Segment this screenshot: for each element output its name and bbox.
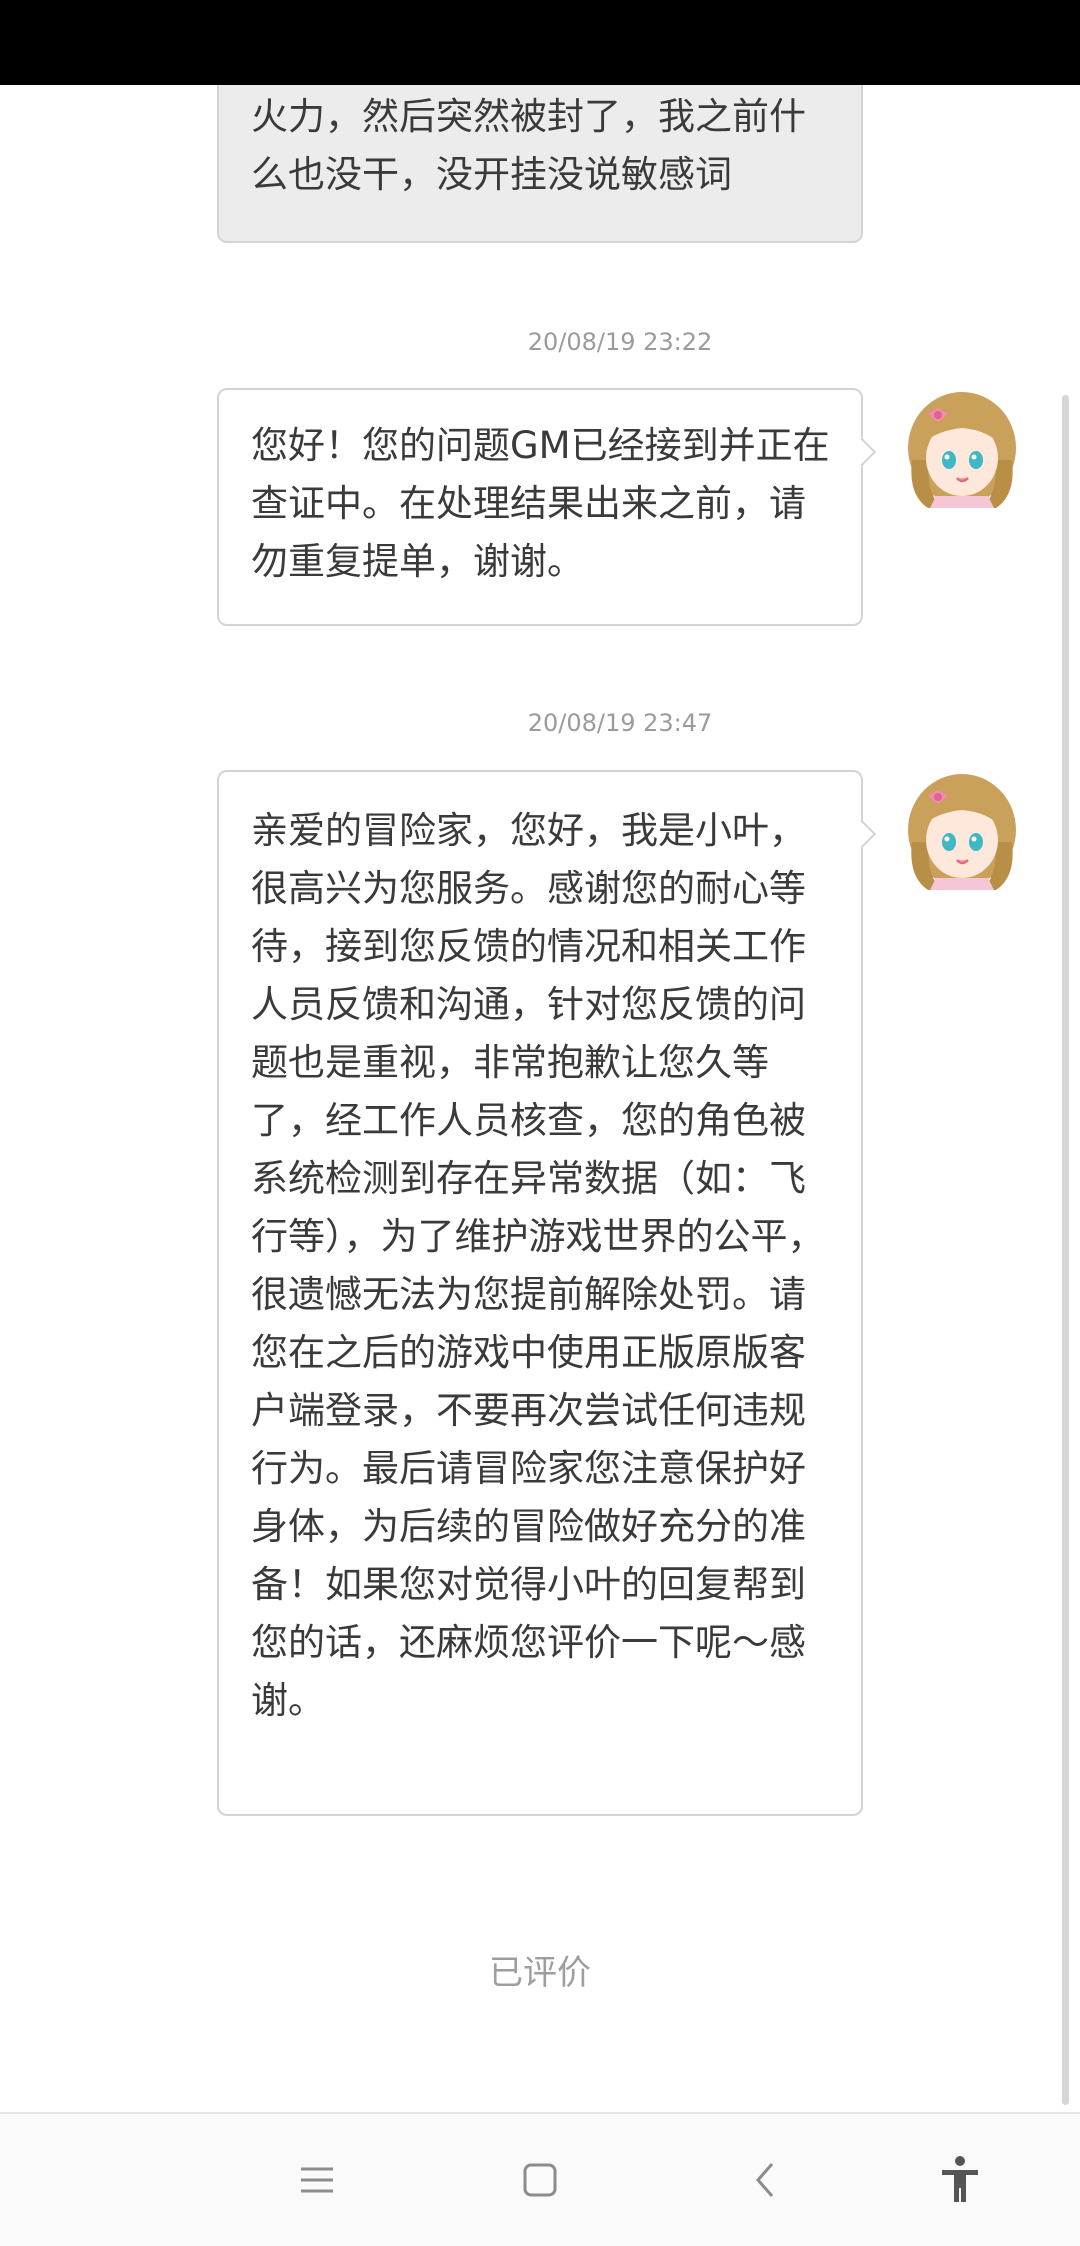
user-message-bubble: 火力，然后突然被封了，我之前什么也没干，没开挂没说敏感词 (217, 85, 863, 243)
gm-avatar-icon[interactable] (902, 772, 1022, 890)
rating-status: 已评价 (489, 1953, 591, 1993)
menu-icon[interactable] (287, 2150, 347, 2210)
gm-message-bubble: 亲爱的冒险家，您好，我是小叶，很高兴为您服务。感谢您的耐心等待，接到您反馈的情况… (217, 770, 863, 1816)
system-navigation-bar (0, 2112, 1080, 2246)
chat-thread[interactable]: 火力，然后突然被封了，我之前什么也没干，没开挂没说敏感词 20/08/19 23… (0, 85, 1080, 2110)
gm-message-text: 您好！您的问题GM已经接到并正在查证中。在处理结果出来之前，请勿重复提单，谢谢。 (251, 424, 830, 583)
user-message-text: 火力，然后突然被封了，我之前什么也没干，没开挂没说敏感词 (251, 95, 806, 196)
gm-avatar-icon[interactable] (902, 390, 1022, 508)
home-icon[interactable] (510, 2150, 570, 2210)
message-timestamp: 20/08/19 23:47 (527, 709, 713, 737)
status-bar (0, 0, 1080, 85)
message-timestamp: 20/08/19 23:22 (527, 328, 713, 356)
scrollbar-thumb[interactable] (1062, 395, 1069, 2105)
gm-message-bubble: 您好！您的问题GM已经接到并正在查证中。在处理结果出来之前，请勿重复提单，谢谢。 (217, 388, 863, 626)
back-icon[interactable] (736, 2150, 796, 2210)
scrollbar[interactable] (1062, 395, 1069, 2105)
gm-message-text: 亲爱的冒险家，您好，我是小叶，很高兴为您服务。感谢您的耐心等待，接到您反馈的情况… (251, 809, 825, 1722)
accessibility-icon[interactable] (930, 2150, 990, 2210)
